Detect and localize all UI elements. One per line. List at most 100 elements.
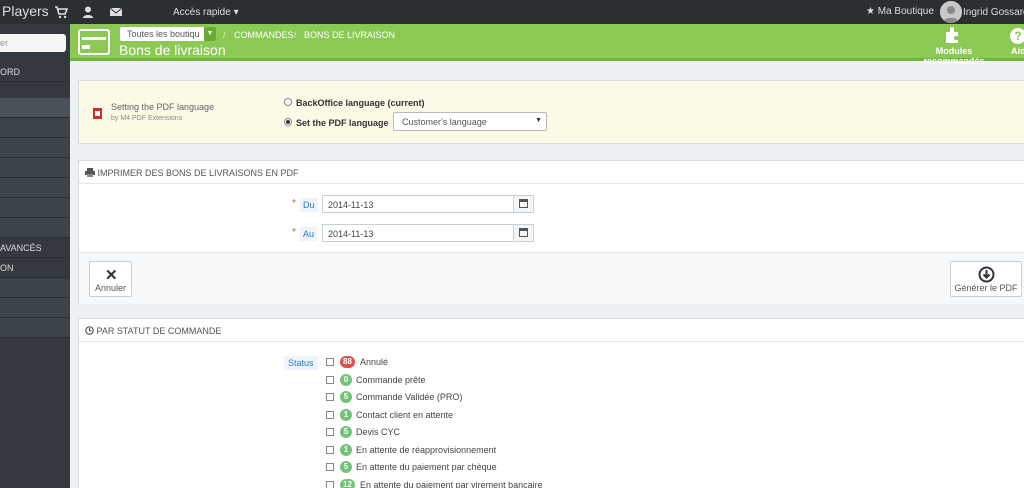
from-date-value: 2014-11-13	[328, 200, 374, 210]
generate-pdf-label: Générer le PDF	[954, 283, 1018, 293]
calendar-icon[interactable]	[513, 196, 533, 212]
status-label-text: Commande prête	[356, 374, 426, 385]
status-panel-heading: PAR STATUT DE COMMANDE	[79, 319, 1024, 342]
cancel-label: Annuler	[94, 283, 127, 293]
status-label-text: En attente de réapprovisionnement	[356, 444, 497, 455]
sidebar-item[interactable]	[0, 218, 70, 238]
status-label-text: En attente du paiement par virement banc…	[360, 479, 543, 488]
clock-icon	[85, 326, 94, 335]
puzzle-icon	[946, 27, 958, 43]
delivery-slip-icon	[78, 29, 110, 55]
sidebar-search-input[interactable]: er	[0, 34, 66, 52]
sidebar-item[interactable]	[0, 138, 70, 158]
sidebar-item[interactable]	[0, 158, 70, 178]
sidebar-item-advanced[interactable]: AVANCÉS	[0, 238, 70, 258]
to-date-input[interactable]: 2014-11-13	[322, 224, 534, 242]
pdf-icon	[93, 108, 102, 119]
cancel-button[interactable]: ✕ Annuler	[89, 261, 132, 297]
recommended-modules-label: Modules recommandés	[923, 46, 985, 66]
avatar[interactable]	[940, 1, 962, 23]
status-count-badge: 5	[340, 426, 352, 438]
required-marker: *	[292, 227, 296, 238]
page-title: Bons de livraison	[119, 42, 226, 58]
status-count-badge: 1	[340, 408, 352, 421]
sidebar-item[interactable]	[0, 298, 70, 318]
calendar-icon[interactable]	[513, 225, 533, 241]
status-label-text: En attente du paiement par chèque	[356, 462, 497, 472]
shop-selector-value: Toutes les boutiqu	[127, 29, 200, 39]
from-date-label: Du	[300, 198, 318, 212]
print-panel-footer: ✕ Annuler Générer le PDF	[79, 252, 1024, 304]
required-marker: *	[292, 198, 296, 209]
sidebar-item[interactable]	[0, 118, 70, 138]
sidebar-item-administration[interactable]: ON	[0, 258, 70, 278]
status-label-text: Annulé	[360, 357, 389, 367]
status-count-badge: 5	[340, 391, 352, 403]
status-count-badge: 12	[340, 478, 355, 488]
page-header: Toutes les boutiqu ▼ / COMMANDES / BONS …	[70, 24, 1024, 66]
brand-name[interactable]: Players	[2, 3, 49, 19]
status-checkbox[interactable]	[326, 393, 334, 401]
recommended-modules-button[interactable]: Modules recommandés	[906, 24, 1002, 66]
download-icon	[978, 266, 995, 283]
status-checkbox[interactable]	[326, 375, 334, 384]
quick-access-menu[interactable]: Accès rapide ▾	[173, 7, 239, 18]
print-panel-heading: IMPRIMER DES BONS DE LIVRAISONS EN PDF	[79, 161, 1024, 184]
print-icon	[85, 168, 95, 177]
to-date-label: Au	[300, 227, 318, 241]
module-author: by M4 PDF Extensions	[111, 115, 183, 122]
pdf-language-select[interactable]: Customer's language ▼	[393, 112, 547, 131]
print-panel-title: IMPRIMER DES BONS DE LIVRAISONS EN PDF	[97, 168, 299, 178]
status-label-text: Contact client en attente	[356, 409, 454, 420]
chevron-down-icon: ▼	[535, 117, 542, 124]
user-icon[interactable]	[81, 5, 95, 19]
status-count-badge: 0	[340, 373, 352, 386]
status-count-badge: 5	[340, 461, 352, 473]
close-icon: ✕	[105, 267, 118, 284]
status-panel-title: PAR STATUT DE COMMANDE	[96, 326, 222, 336]
status-checkbox[interactable]	[326, 410, 334, 419]
help-icon: ?	[1010, 28, 1024, 44]
help-button[interactable]: ? Aid	[1008, 24, 1024, 58]
shop-selector[interactable]: Toutes les boutiqu ▼	[120, 27, 216, 41]
sidebar-item[interactable]	[0, 318, 70, 338]
chevron-down-icon: ▼	[204, 27, 216, 41]
sidebar-item-dashboard[interactable]: ORD	[0, 62, 70, 82]
sidebar-item-orders[interactable]	[0, 98, 70, 118]
sidebar-item[interactable]	[0, 198, 70, 218]
top-bar: Players Accès rapide ▾ ★ Ma Boutique Ing…	[0, 0, 1024, 24]
sidebar-item[interactable]	[0, 278, 70, 298]
status-label: Status	[284, 356, 318, 370]
sidebar-item[interactable]	[0, 178, 70, 198]
breadcrumb-delivery-slips[interactable]: BONS DE LIVRAISON	[304, 30, 395, 40]
backoffice-language-radio[interactable]	[284, 98, 292, 106]
cart-icon[interactable]	[54, 5, 69, 19]
status-checkbox[interactable]	[326, 480, 334, 488]
set-pdf-language-radio[interactable]	[284, 118, 292, 126]
sidebar: er ORD AVANCÉS ON	[0, 24, 70, 488]
generate-pdf-button[interactable]: Générer le PDF	[950, 261, 1022, 297]
status-checkbox[interactable]	[326, 428, 334, 436]
my-shop-link[interactable]: ★ Ma Boutique	[866, 6, 934, 17]
status-count-badge: 1	[340, 443, 352, 456]
envelope-icon[interactable]	[109, 5, 123, 19]
backoffice-language-label[interactable]: BackOffice language (current)	[296, 98, 425, 108]
pdf-language-select-value: Customer's language	[402, 117, 487, 127]
help-label: Aid	[1011, 46, 1024, 56]
status-checkbox[interactable]	[326, 463, 334, 471]
breadcrumb-separator: /	[223, 30, 226, 40]
to-date-value: 2014-11-13	[328, 229, 374, 239]
breadcrumb-orders[interactable]: COMMANDES	[234, 30, 294, 40]
breadcrumb-separator: /	[294, 30, 297, 40]
status-label-text: Devis CYC	[356, 427, 401, 437]
print-pdf-panel: IMPRIMER DES BONS DE LIVRAISONS EN PDF *…	[78, 160, 1024, 304]
module-title: Setting the PDF language	[111, 102, 215, 112]
status-count-badge: 88	[340, 356, 355, 368]
status-checkbox[interactable]	[326, 445, 334, 454]
set-pdf-language-label[interactable]: Set the PDF language	[296, 118, 389, 128]
pdf-language-panel: Setting the PDF language by M4 PDF Exten…	[78, 80, 1024, 144]
status-checkbox[interactable]	[326, 358, 334, 366]
order-status-panel: PAR STATUT DE COMMANDE Status 88 Annulé 0 C…	[78, 318, 1024, 488]
user-name[interactable]: Ingrid Gossard	[963, 7, 1024, 18]
from-date-input[interactable]: 2014-11-13	[322, 195, 534, 213]
